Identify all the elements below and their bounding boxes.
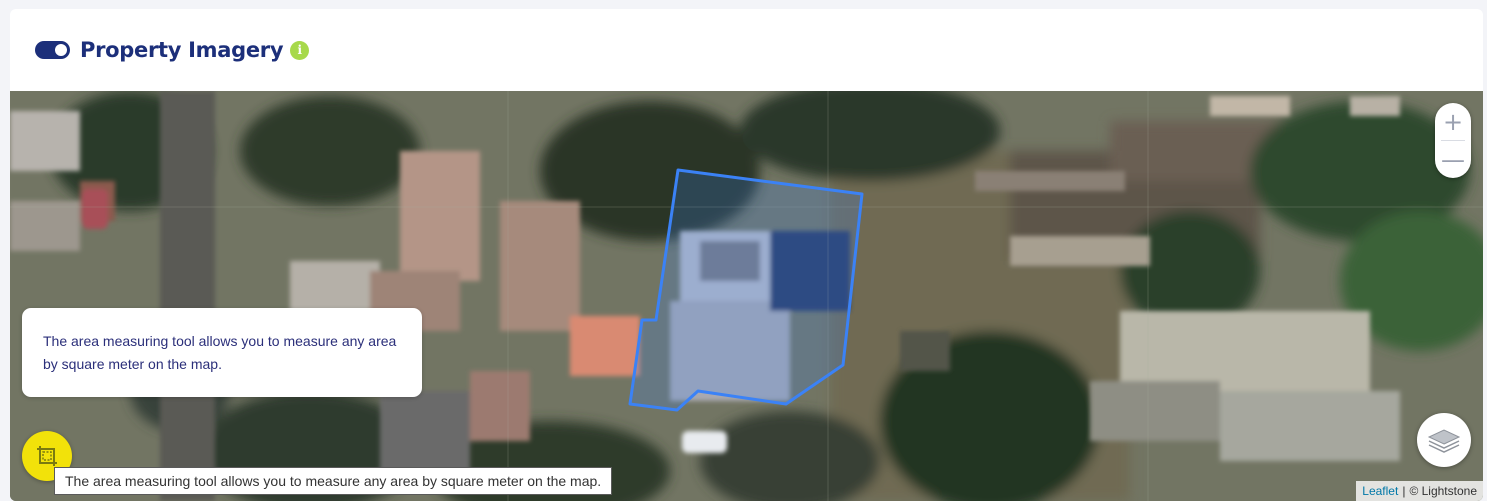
zoom-control: + — — [1435, 103, 1471, 178]
attribution-copyright: © Lightstone — [1409, 484, 1477, 498]
imagery-toggle[interactable] — [35, 41, 70, 59]
layers-button[interactable] — [1417, 413, 1471, 467]
attribution-separator: | — [1402, 484, 1406, 498]
measure-tooltip: The area measuring tool allows you to me… — [54, 467, 613, 495]
zoom-out-button[interactable]: — — [1435, 141, 1471, 178]
aerial-imagery — [10, 91, 1483, 501]
page-title: Property Imagery — [80, 38, 284, 62]
layers-icon — [1427, 429, 1461, 453]
measure-info-popup: The area measuring tool allows you to me… — [22, 308, 422, 397]
info-icon[interactable]: i — [290, 40, 310, 60]
property-imagery-card: Property Imagery i + — The area measurin… — [10, 9, 1483, 501]
measure-info-text: The area measuring tool allows you to me… — [43, 333, 397, 372]
measure-tooltip-text: The area measuring tool allows you to me… — [65, 473, 602, 489]
leaflet-link[interactable]: Leaflet — [1362, 484, 1398, 498]
map-attribution: Leaflet | © Lightstone — [1356, 481, 1483, 501]
card-header: Property Imagery i — [10, 9, 1483, 91]
zoom-in-button[interactable]: + — [1435, 103, 1471, 140]
area-measure-icon — [37, 446, 57, 466]
map-view[interactable]: + — The area measuring tool allows you t… — [10, 91, 1483, 501]
toggle-knob — [55, 44, 67, 56]
